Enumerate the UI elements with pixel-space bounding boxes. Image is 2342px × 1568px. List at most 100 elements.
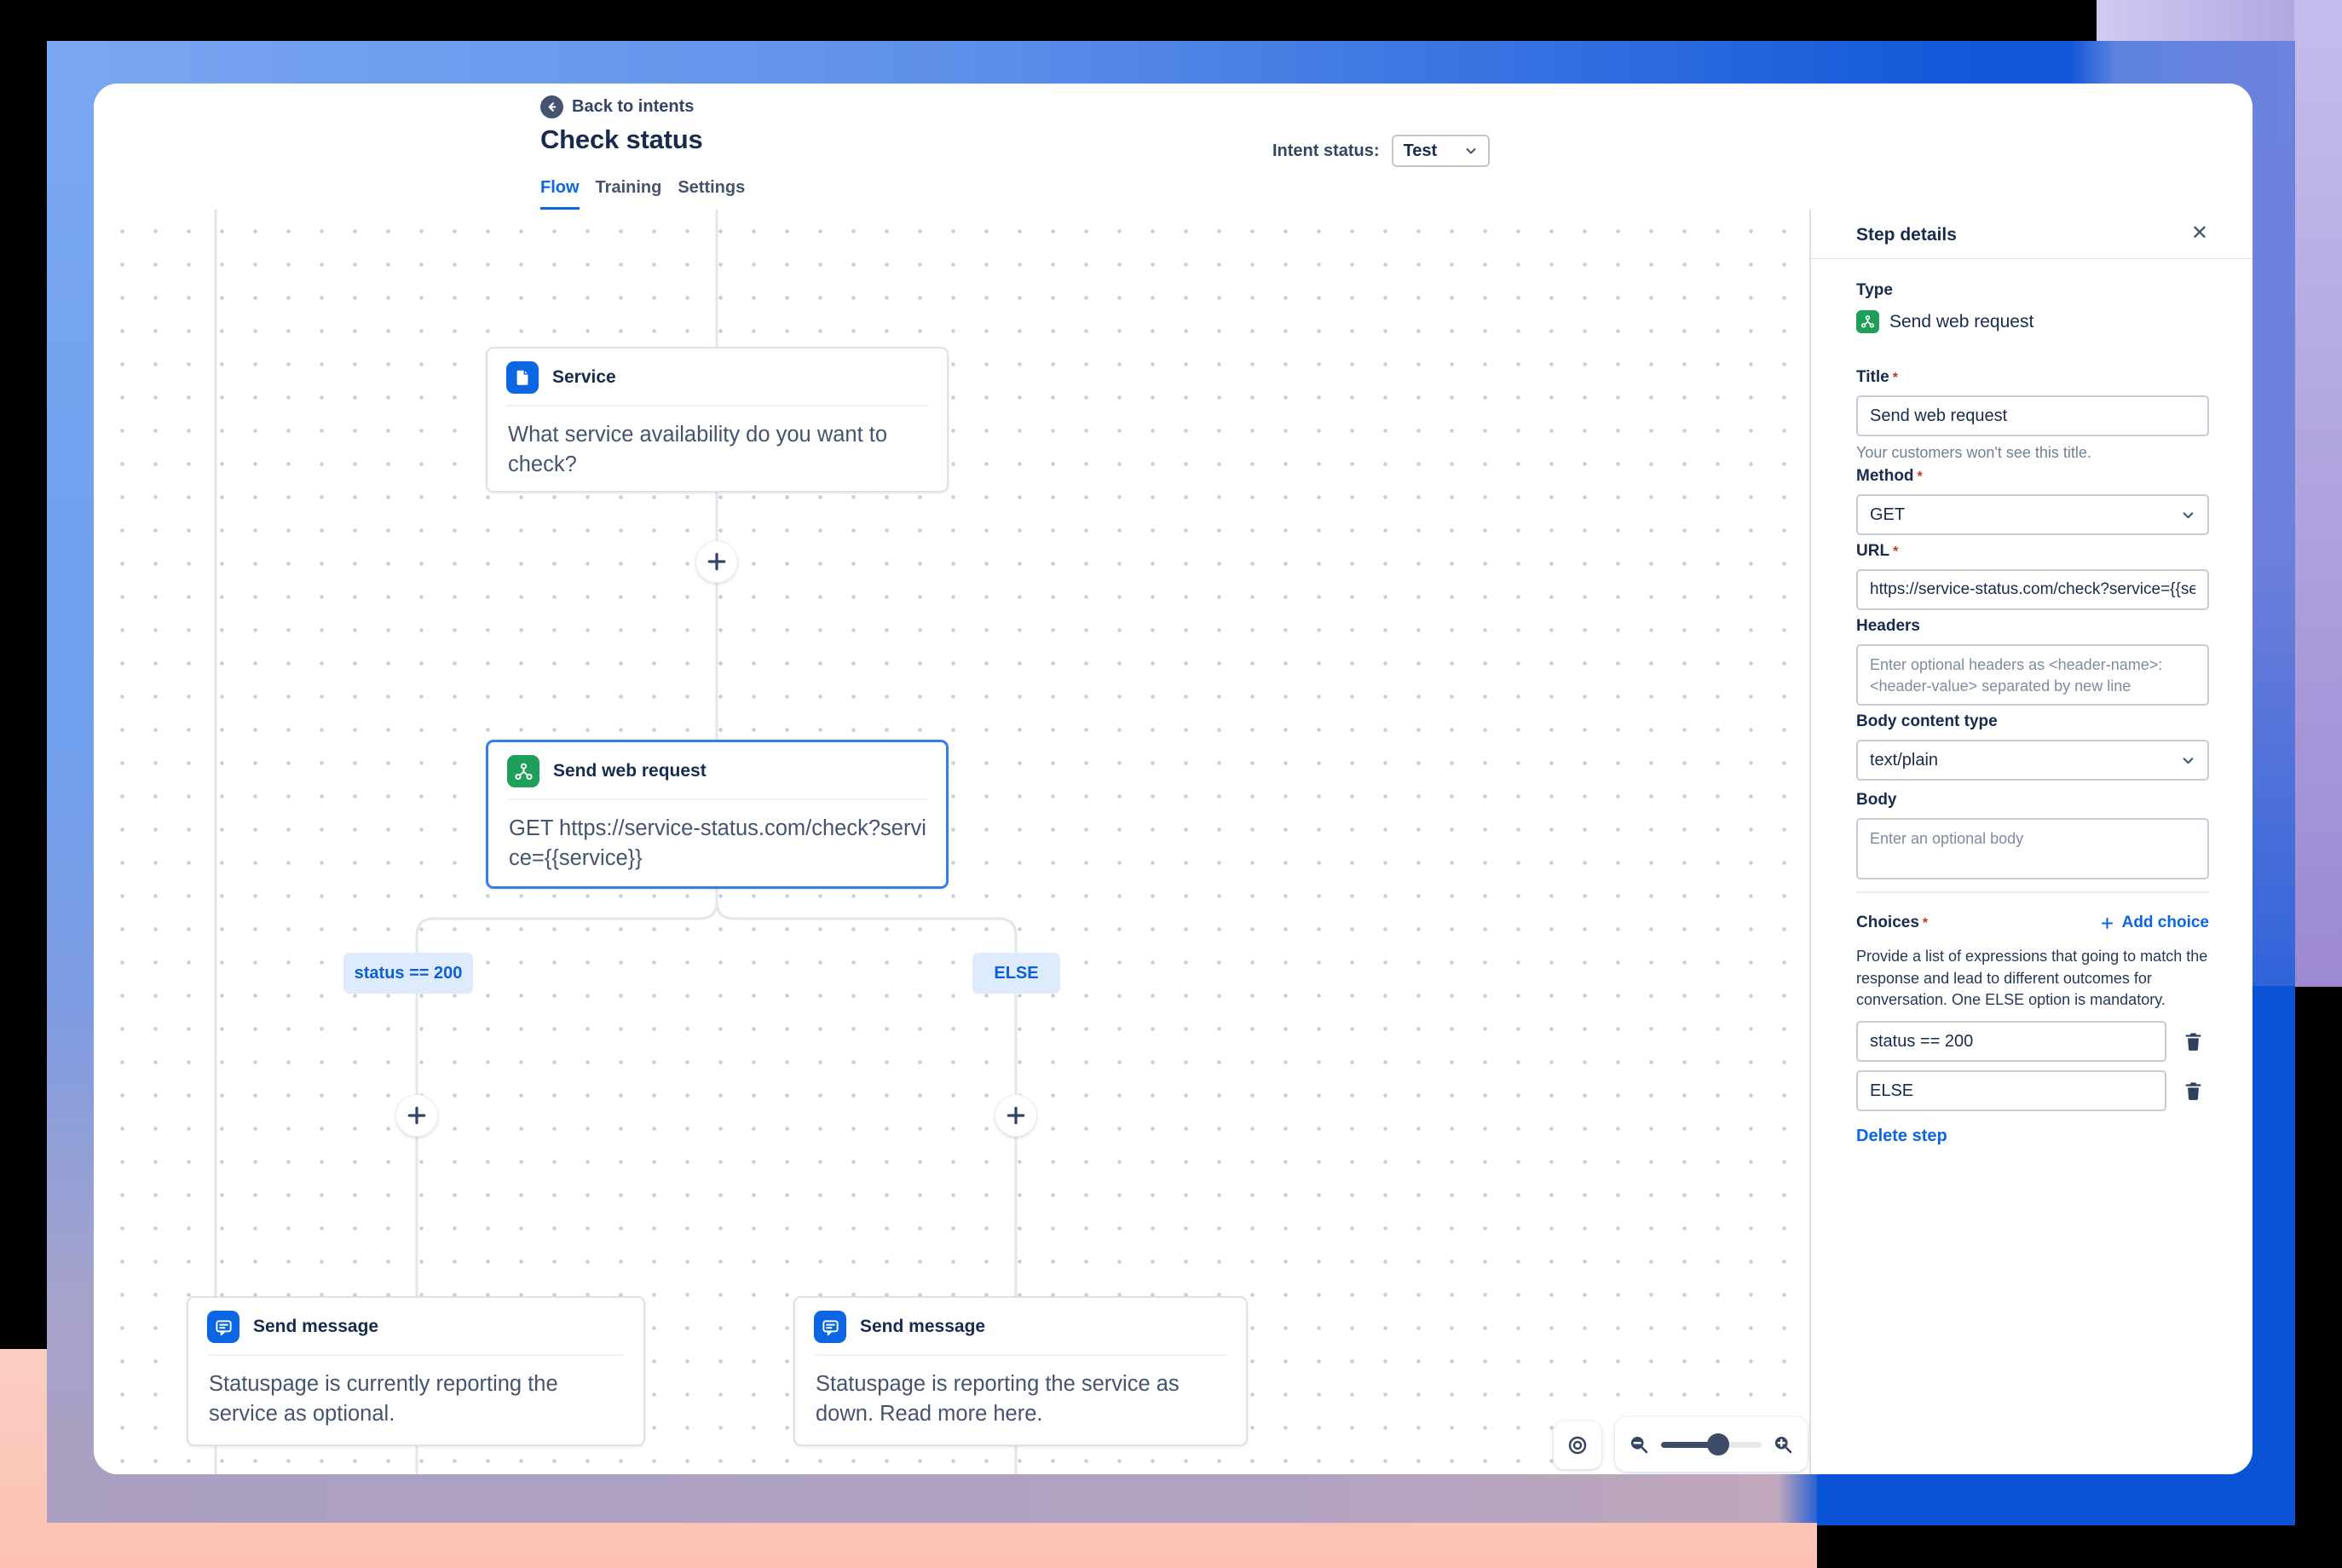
choice-row <box>1856 1070 2209 1111</box>
node-body-text: What service availability do you want to… <box>508 423 888 477</box>
branch-chip-else[interactable]: ELSE <box>972 953 1060 994</box>
headers-label: Headers <box>1856 617 1920 635</box>
add-step-button[interactable] <box>396 1095 437 1136</box>
add-step-button[interactable] <box>995 1095 1036 1136</box>
choices-header: Choices * Add choice <box>1856 914 2209 932</box>
document-icon <box>506 361 539 394</box>
step-details-panel: Step details ✕ Type Send web request Tit… <box>1809 210 2253 1474</box>
webhook-icon <box>507 755 539 787</box>
frame-purple-column <box>2294 0 2342 987</box>
plus-icon <box>407 1106 426 1125</box>
type-value: Send web request <box>1889 311 2034 331</box>
plus-icon <box>1007 1106 1025 1125</box>
add-choice-label: Add choice <box>2121 914 2209 931</box>
panel-divider <box>1811 258 2253 259</box>
choice-input-1[interactable] <box>1856 1021 2166 1062</box>
magnifier-plus-icon[interactable] <box>1772 1433 1795 1456</box>
back-label: Back to intents <box>572 96 695 116</box>
chevron-down-icon <box>1466 148 1476 154</box>
type-field: Type Send web request <box>1856 281 2209 333</box>
app-window: Back to intents Check status Intent stat… <box>94 84 2253 1474</box>
tab-bar: Flow Training Settings <box>540 178 745 210</box>
choice-row <box>1856 1021 2209 1062</box>
tab-flow[interactable]: Flow <box>540 178 580 210</box>
node-send-web-request[interactable]: Send web request GET https://service-sta… <box>486 740 949 889</box>
choice-input-2[interactable] <box>1856 1070 2166 1111</box>
type-label: Type <box>1856 281 1893 299</box>
connector-lines <box>214 210 1018 1474</box>
title-input[interactable] <box>1856 395 2209 436</box>
magnifier-minus-icon[interactable] <box>1628 1433 1651 1456</box>
body-textarea[interactable] <box>1856 818 2209 879</box>
chat-icon <box>207 1311 239 1343</box>
back-arrow-icon <box>540 95 563 118</box>
flow-canvas[interactable]: Service What service availability do you… <box>94 210 1809 1474</box>
zoom-toolbar <box>1615 1417 1808 1472</box>
node-title: Service <box>552 367 616 387</box>
intent-status-group: Intent status: Test <box>1272 135 1490 167</box>
page-title: Check status <box>540 124 703 154</box>
trash-icon[interactable] <box>2182 1080 2205 1103</box>
node-body-text: Statuspage is currently reporting the se… <box>209 1372 558 1427</box>
bullseye-icon <box>1568 1436 1587 1455</box>
node-send-message-right[interactable]: Send message Statuspage is reporting the… <box>793 1296 1248 1446</box>
webhook-icon <box>1856 310 1879 333</box>
node-title: Send message <box>253 1317 379 1336</box>
branch-chip-status-200[interactable]: status == 200 <box>343 953 473 994</box>
url-label: URL <box>1856 542 1890 560</box>
section-divider <box>1856 891 2209 893</box>
choices-description: Provide a list of expressions that going… <box>1856 948 2208 1009</box>
back-to-intents-button[interactable]: Back to intents <box>540 94 694 119</box>
chevron-down-icon <box>2183 511 2194 518</box>
method-label: Method <box>1856 467 1914 485</box>
node-send-message-left[interactable]: Send message Statuspage is currently rep… <box>187 1296 645 1446</box>
body-content-type-select[interactable]: text/plain <box>1856 740 2209 781</box>
title-field: Title* Your customers won't see this tit… <box>1856 368 2209 462</box>
tab-training[interactable]: Training <box>596 178 662 210</box>
screenshot-stage: Back to intents Check status Intent stat… <box>0 0 2342 1568</box>
url-input[interactable] <box>1856 569 2209 610</box>
method-field: Method * GET <box>1856 467 2209 535</box>
body-content-type-label: Body content type <box>1856 712 1998 730</box>
zoom-slider-thumb[interactable] <box>1707 1433 1730 1456</box>
title-helper-text: Your customers won't see this title. <box>1856 444 2091 461</box>
zoom-slider[interactable] <box>1661 1433 1762 1456</box>
intent-status-label: Intent status: <box>1272 141 1380 160</box>
body-content-type-field: Body content type text/plain <box>1856 712 2209 781</box>
node-service[interactable]: Service What service availability do you… <box>486 347 949 493</box>
chat-icon <box>814 1311 846 1343</box>
close-icon[interactable]: ✕ <box>2191 223 2208 244</box>
chevron-down-icon <box>2183 757 2194 764</box>
title-label: Title <box>1856 368 1889 386</box>
delete-step-link[interactable]: Delete step <box>1856 1127 2209 1146</box>
url-field: URL * <box>1856 542 2209 610</box>
node-title: Send web request <box>553 761 707 781</box>
plus-icon <box>707 552 726 571</box>
node-service-header: Service <box>487 349 947 405</box>
choices-label: Choices <box>1856 914 1919 931</box>
node-header: Send web request <box>488 742 946 798</box>
required-marker: * <box>1922 916 1929 931</box>
body-content-type-value: text/plain <box>1870 750 1939 770</box>
body-field: Body <box>1856 791 2209 884</box>
node-header: Send message <box>188 1298 643 1354</box>
plus-icon <box>2101 917 2113 929</box>
trash-icon[interactable] <box>2182 1030 2205 1053</box>
intent-status-select[interactable]: Test <box>1391 135 1490 167</box>
recenter-button[interactable] <box>1554 1421 1601 1469</box>
page-header: Back to intents Check status Intent stat… <box>94 84 2253 211</box>
headers-field: Headers <box>1856 617 2209 710</box>
add-choice-button[interactable]: Add choice <box>2099 914 2209 932</box>
tab-settings[interactable]: Settings <box>678 178 745 210</box>
node-body-text: Statuspage is reporting the service as d… <box>816 1372 1180 1427</box>
required-marker: * <box>1917 470 1923 484</box>
method-value: GET <box>1870 504 1906 524</box>
method-select[interactable]: GET <box>1856 494 2209 535</box>
add-step-button[interactable] <box>696 541 737 582</box>
intent-status-value: Test <box>1403 141 1438 160</box>
required-marker: * <box>1893 545 1899 559</box>
node-title: Send message <box>860 1317 986 1336</box>
headers-textarea[interactable] <box>1856 644 2209 706</box>
required-marker: * <box>1892 371 1898 385</box>
node-header: Send message <box>795 1298 1246 1354</box>
